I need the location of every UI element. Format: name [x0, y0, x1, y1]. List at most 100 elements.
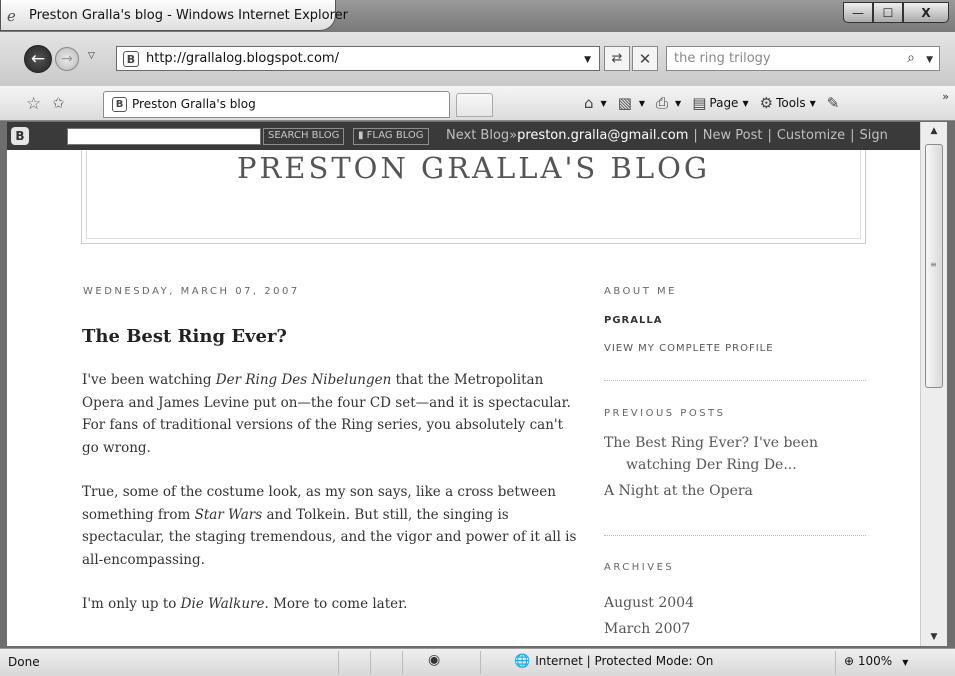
date-header: WEDNESDAY, MARCH 07, 2007: [83, 286, 300, 297]
blog-title[interactable]: PRESTON GRALLA'S BLOG: [87, 151, 860, 185]
blog-search-input[interactable]: [67, 128, 261, 145]
profile-link[interactable]: VIEW MY COMPLETE PROFILE: [604, 343, 774, 354]
zone-label: Internet | Protected Mode: On: [535, 654, 714, 668]
account-email: preston.gralla@gmail.com: [517, 128, 689, 143]
refresh-button[interactable]: ⇄: [604, 46, 630, 71]
minimize-button[interactable]: —: [843, 2, 873, 23]
zoom-level: 100%: [857, 654, 893, 668]
paragraph-italic: Der Ring Des Nibelungen: [215, 372, 392, 388]
research-icon: ✎: [826, 94, 840, 112]
separator: |: [850, 128, 855, 143]
sign-out-link[interactable]: Sign: [859, 128, 887, 143]
paragraph-italic: Die Walkure: [180, 596, 265, 612]
search-input[interactable]: the ring trilogy: [674, 51, 771, 66]
add-favorites-icon[interactable]: ✩: [52, 94, 65, 112]
paragraph-italic: Star Wars: [194, 506, 263, 523]
customize-link[interactable]: Customize: [777, 128, 845, 143]
browser-window: ℯ Preston Gralla's blog - Windows Intern…: [0, 0, 955, 676]
blogger-navbar: B SEARCH BLOG ▮ FLAG BLOG Next Blog»pres…: [7, 122, 920, 150]
status-divider: [370, 651, 371, 674]
tab-label: Preston Gralla's blog: [132, 97, 256, 111]
post-body: I've been watching Der Ring Des Nibelung…: [82, 369, 582, 638]
archives-heading: ARCHIVES: [604, 562, 675, 573]
previous-posts-list: The Best Ring Ever? I've been watching D…: [604, 432, 866, 506]
blog-header-inner: PRESTON GRALLA'S BLOG: [86, 150, 861, 239]
navigation-panel: ← → ▽ B http://grallalog.blogspot.com/ ▼…: [0, 32, 955, 86]
window-controls: — ☐ X: [843, 2, 949, 24]
search-dropdown-icon[interactable]: ▼: [926, 55, 933, 65]
archive-link[interactable]: March 2007: [604, 616, 694, 642]
feeds-button[interactable]: ▧ ▼: [618, 94, 645, 112]
command-bar: ⌂ ▼ ▧ ▼ ⎙ ▼ ▤ Page ▼ ⚙ Tools ▼ ✎: [584, 94, 853, 112]
title-bar: ℯ Preston Gralla's blog - Windows Intern…: [0, 0, 955, 32]
ie-logo-icon: ℯ: [7, 7, 16, 25]
forward-button[interactable]: →: [55, 47, 79, 71]
separator: |: [693, 128, 698, 143]
chevron-down-icon: ▼: [809, 98, 816, 108]
previous-posts-heading: PREVIOUS POSTS: [604, 408, 726, 419]
flag-blog-button[interactable]: ▮ FLAG BLOG: [353, 128, 429, 145]
address-dropdown-icon[interactable]: ▼: [584, 55, 591, 65]
tab-active[interactable]: B Preston Gralla's blog: [103, 91, 450, 118]
status-divider: [480, 651, 481, 674]
maximize-button[interactable]: ☐: [873, 2, 903, 23]
home-button[interactable]: ⌂ ▼: [584, 94, 607, 112]
chevron-down-icon: ▼: [675, 98, 682, 108]
paragraph-text: . More to come later.: [264, 596, 408, 612]
new-post-link[interactable]: New Post: [703, 128, 763, 143]
status-divider: [402, 651, 403, 674]
printer-icon: ⎙: [656, 94, 669, 112]
search-icon[interactable]: ⌕: [907, 50, 915, 66]
back-arrow-icon: ←: [30, 49, 46, 69]
globe-icon: 🌐: [514, 654, 531, 669]
status-divider: [835, 651, 836, 674]
sidebar-divider: [604, 380, 866, 381]
search-box[interactable]: the ring trilogy ⌕ ▼: [666, 46, 940, 71]
close-button[interactable]: X: [903, 2, 949, 23]
forward-arrow-icon: →: [61, 51, 73, 67]
new-tab-button[interactable]: [456, 93, 493, 117]
favorites-star-icon[interactable]: ☆: [26, 94, 41, 114]
address-bar[interactable]: B http://grallalog.blogspot.com/ ▼: [116, 46, 600, 71]
blogger-tab-icon: B: [112, 97, 127, 112]
page-viewport: PRESTON GRALLA'S BLOG WEDNESDAY, MARCH 0…: [7, 150, 920, 646]
post-paragraph: I've been watching Der Ring Des Nibelung…: [82, 369, 582, 459]
rss-icon: ▧: [617, 94, 632, 112]
privacy-eye-icon[interactable]: ◉: [428, 652, 440, 668]
previous-post-link[interactable]: The Best Ring Ever? I've been watching D…: [604, 432, 866, 476]
maximize-icon: ☐: [882, 5, 894, 20]
stop-button[interactable]: ✕: [632, 46, 658, 71]
history-dropdown-icon[interactable]: ▽: [88, 51, 95, 61]
more-commands-icon[interactable]: »: [942, 90, 949, 103]
zoom-control[interactable]: ⊕ 100% ▼: [844, 654, 908, 668]
blogger-logo-icon[interactable]: B: [11, 127, 29, 145]
separator: |: [767, 128, 772, 143]
research-button[interactable]: ✎: [827, 94, 843, 112]
stop-icon: ✕: [638, 49, 652, 68]
minimize-icon: —: [852, 5, 864, 20]
tab-bar: ☆ ✩ B Preston Gralla's blog ⌂ ▼ ▧ ▼ ⎙ ▼ ▤ Pa…: [0, 86, 955, 121]
archive-link[interactable]: August 2004: [604, 590, 694, 616]
blog-header: PRESTON GRALLA'S BLOG: [81, 150, 866, 244]
scroll-up-icon[interactable]: ▲: [921, 122, 947, 140]
paragraph-text: I'm only up to: [82, 596, 181, 612]
chevron-down-icon: ▼: [742, 98, 749, 108]
print-button[interactable]: ⎙ ▼: [656, 94, 681, 112]
navigation-bar: ← → ▽ B http://grallalog.blogspot.com/ ▼…: [0, 32, 955, 86]
search-blog-button[interactable]: SEARCH BLOG: [263, 128, 345, 145]
address-input[interactable]: http://grallalog.blogspot.com/: [146, 51, 339, 66]
scrollbar-thumb[interactable]: ≡: [925, 144, 943, 388]
chevron-down-icon: ▼: [600, 98, 607, 108]
author-name: PGRALLA: [604, 315, 663, 326]
next-blog-link[interactable]: Next Blog»: [446, 128, 517, 143]
vertical-scrollbar[interactable]: ▲ ≡ ▼: [920, 122, 947, 646]
scroll-down-icon[interactable]: ▼: [921, 628, 947, 646]
blogger-links: Next Blog»preston.gralla@gmail.com | New P…: [446, 128, 888, 143]
tools-menu[interactable]: ⚙ Tools ▼: [760, 94, 816, 112]
status-divider: [338, 651, 339, 674]
previous-post-link[interactable]: A Night at the Opera: [604, 480, 866, 502]
page-menu[interactable]: ▤ Page ▼: [692, 94, 748, 112]
back-button[interactable]: ←: [24, 45, 52, 73]
security-zone[interactable]: 🌐 Internet | Protected Mode: On: [514, 654, 713, 669]
title-pill: ℯ Preston Gralla's blog - Windows Intern…: [0, 0, 348, 31]
